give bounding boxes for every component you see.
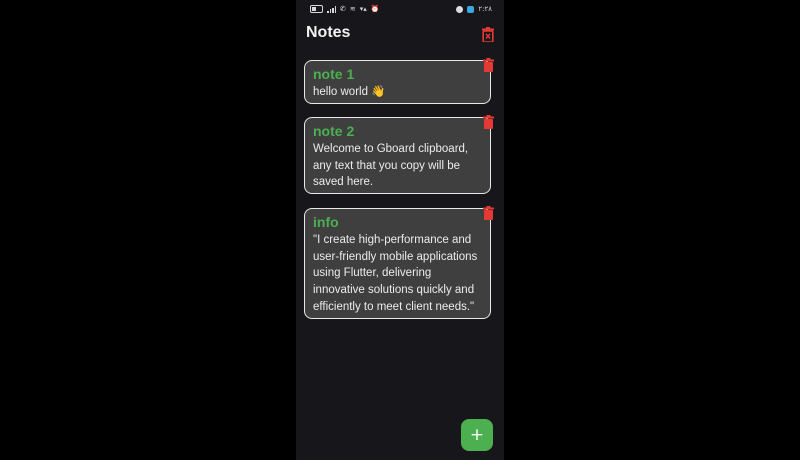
- delete-icon[interactable]: [483, 206, 494, 220]
- status-right: ٢:٢٨: [456, 5, 492, 13]
- battery-icon: [310, 5, 323, 13]
- chip-icon: [467, 5, 475, 13]
- status-left: ✆ ≋ ▾▴ ⏰: [310, 5, 380, 13]
- delete-icon[interactable]: [483, 115, 494, 129]
- status-time: ٢:٢٨: [478, 5, 492, 13]
- wifi-icon: ≋: [349, 5, 356, 13]
- status-bar: ✆ ≋ ▾▴ ⏰ ٢:٢٨: [296, 0, 504, 22]
- signal-icon: [327, 5, 336, 13]
- delete-icon[interactable]: [483, 58, 494, 72]
- note-title: info: [313, 214, 339, 230]
- note-body: "I create high-performance and user-frie…: [313, 234, 478, 313]
- page-title: Notes: [306, 24, 351, 41]
- add-note-button[interactable]: +: [461, 419, 493, 451]
- note-body: Welcome to Gboard clipboard, any text th…: [313, 143, 469, 189]
- alarm-icon: ⏰: [370, 5, 380, 13]
- note-card[interactable]: note 2 Welcome to Gboard clipboard, any …: [304, 115, 494, 194]
- data-icon: ▾▴: [359, 5, 367, 13]
- app-icon: [456, 5, 464, 13]
- plus-icon: +: [469, 424, 485, 445]
- phone-icon: ✆: [340, 5, 346, 13]
- note-body: hello world 👋: [313, 86, 386, 98]
- trash-icon[interactable]: [482, 27, 494, 42]
- note-title: note 2: [313, 123, 355, 139]
- note-card[interactable]: note 1 hello world 👋: [304, 58, 494, 104]
- note-title: note 1: [313, 66, 355, 82]
- note-card[interactable]: info "I create high-performance and user…: [304, 206, 494, 319]
- phone-screen: ✆ ≋ ▾▴ ⏰ ٢:٢٨ Notes note 1 hello world 👋…: [296, 0, 504, 460]
